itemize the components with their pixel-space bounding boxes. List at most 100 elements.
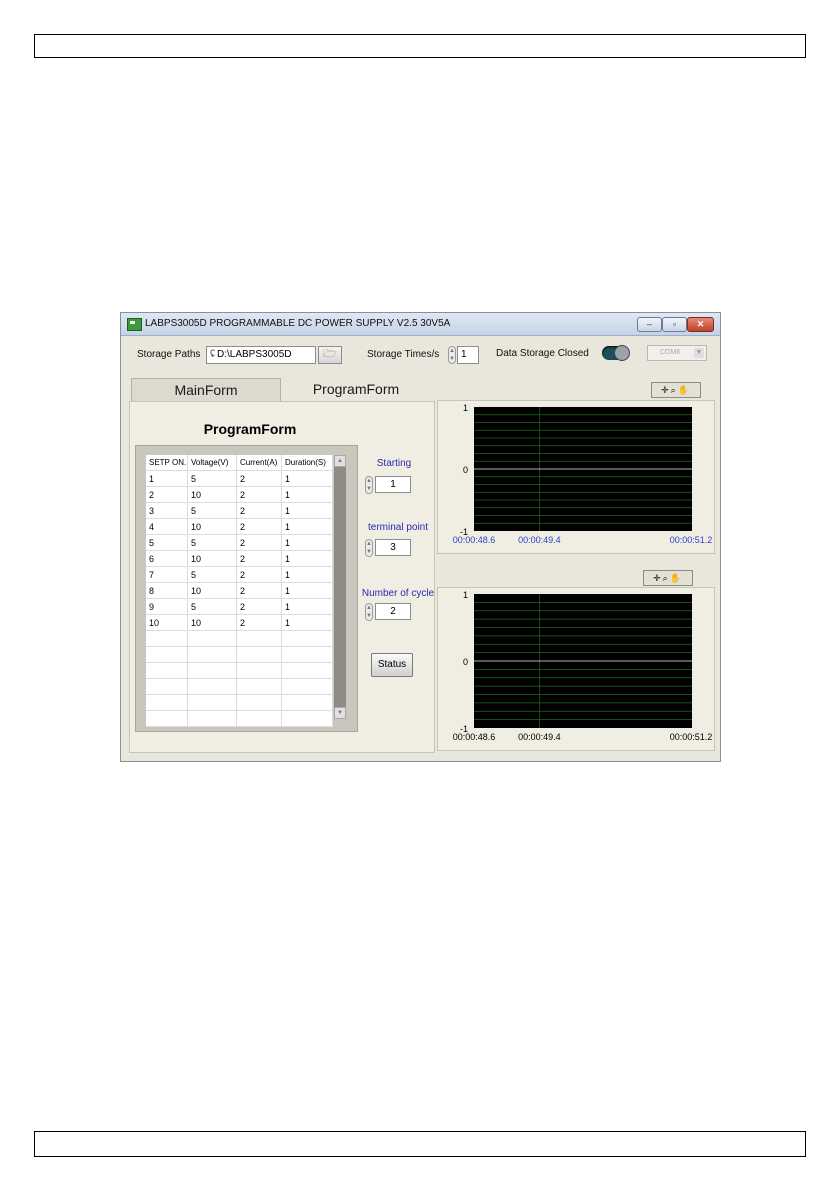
table-cell[interactable]: 2 xyxy=(236,582,282,599)
table-cell[interactable] xyxy=(236,678,282,695)
table-cell[interactable]: 10 xyxy=(187,614,237,631)
table-cell[interactable] xyxy=(281,694,333,711)
zoom-icon[interactable]: ⌕ xyxy=(663,573,670,583)
table-row[interactable]: 3521 xyxy=(146,502,333,519)
table-cell[interactable] xyxy=(146,662,188,679)
table-row-empty[interactable] xyxy=(146,630,333,647)
tab-mainform[interactable]: MainForm xyxy=(131,378,281,402)
table-row[interactable]: 2 10 2 1 xyxy=(146,486,333,503)
com-port-select[interactable]: COM6 ▼ xyxy=(647,345,707,361)
starting-field[interactable]: 1 xyxy=(375,476,411,493)
close-button[interactable]: ✕ xyxy=(687,317,714,332)
table-cell[interactable] xyxy=(187,646,237,663)
table-cell[interactable]: 4 xyxy=(146,518,188,535)
table-cell[interactable]: 1 xyxy=(281,502,333,519)
table-cell[interactable]: 1 xyxy=(281,518,333,535)
table-row-empty[interactable] xyxy=(146,662,333,679)
table-cell[interactable]: 2 xyxy=(236,470,282,487)
number-of-cycle-stepper[interactable]: ▲ ▼ xyxy=(365,603,373,621)
table-cell[interactable]: 5 xyxy=(187,598,237,615)
table-cell[interactable]: 10 xyxy=(187,486,237,503)
table-cell[interactable]: 1 xyxy=(281,470,333,487)
table-cell[interactable]: 1 xyxy=(281,598,333,615)
table-cell[interactable]: 1 xyxy=(146,470,188,487)
table-cell[interactable]: 2 xyxy=(236,518,282,535)
table-row[interactable]: 5521 xyxy=(146,534,333,551)
maximize-button[interactable]: ▫ xyxy=(662,317,687,332)
table-cell[interactable] xyxy=(236,646,282,663)
table-cell[interactable] xyxy=(146,646,188,663)
chart-1-tool-palette[interactable]: ✛⌕✋ xyxy=(651,382,701,398)
starting-stepper[interactable]: ▲ ▼ xyxy=(365,476,373,494)
table-cell[interactable] xyxy=(236,662,282,679)
table-cell[interactable] xyxy=(236,630,282,647)
table-cell[interactable] xyxy=(146,678,188,695)
table-cell[interactable]: 10 xyxy=(146,614,188,631)
table-cell[interactable]: 2 xyxy=(146,486,188,503)
storage-times-stepper[interactable]: ▲ ▼ xyxy=(448,346,456,364)
zoom-icon[interactable]: ⌕ xyxy=(671,385,678,395)
tab-programform[interactable]: ProgramForm xyxy=(281,378,431,402)
table-cell[interactable]: 2 xyxy=(236,534,282,551)
table-cell[interactable] xyxy=(281,630,333,647)
table-cell[interactable]: 10 xyxy=(187,582,237,599)
table-cell[interactable]: 8 xyxy=(146,582,188,599)
table-cell[interactable]: 1 xyxy=(281,534,333,551)
table-cell[interactable] xyxy=(236,710,282,727)
table-cell[interactable] xyxy=(281,678,333,695)
table-cell[interactable] xyxy=(187,694,237,711)
table-row[interactable]: 8 10 2 1 xyxy=(146,582,333,599)
table-cell[interactable]: 5 xyxy=(187,534,237,551)
table-scrollbar[interactable]: ▲ ▼ xyxy=(334,455,346,719)
table-cell[interactable] xyxy=(187,710,237,727)
table-cell[interactable]: 2 xyxy=(236,614,282,631)
pan-hand-icon[interactable]: ✋ xyxy=(670,573,683,583)
table-cell[interactable]: 10 xyxy=(187,550,237,567)
table-cell[interactable]: 7 xyxy=(146,566,188,583)
table-row-empty[interactable] xyxy=(146,710,333,727)
table-row-empty[interactable] xyxy=(146,646,333,663)
storage-path-field[interactable]: ʢ D:\LABPS3005D xyxy=(206,346,316,364)
table-row-empty[interactable] xyxy=(146,678,333,695)
table-cell[interactable]: 5 xyxy=(187,470,237,487)
table-cell[interactable]: 2 xyxy=(236,550,282,567)
storage-times-field[interactable]: 1 xyxy=(457,346,479,364)
title-bar[interactable]: LABPS3005D PROGRAMMABLE DC POWER SUPPLY … xyxy=(121,313,720,336)
table-cell[interactable]: 3 xyxy=(146,502,188,519)
table-cell[interactable] xyxy=(146,694,188,711)
table-cell[interactable] xyxy=(281,710,333,727)
cursor-icon[interactable]: ✛ xyxy=(661,385,671,395)
table-cell[interactable]: 9 xyxy=(146,598,188,615)
minimize-button[interactable]: – xyxy=(637,317,662,332)
table-cell[interactable]: 1 xyxy=(281,550,333,567)
table-cell[interactable]: 2 xyxy=(236,598,282,615)
data-storage-toggle[interactable] xyxy=(602,345,630,361)
table-row[interactable]: 9521 xyxy=(146,598,333,615)
table-cell[interactable] xyxy=(146,710,188,727)
table-cell[interactable]: 5 xyxy=(187,566,237,583)
col-header-current[interactable]: Current(A) xyxy=(236,455,282,471)
status-button[interactable]: Status xyxy=(371,653,413,677)
table-cell[interactable]: 2 xyxy=(236,502,282,519)
col-header-duration[interactable]: Duration(S) xyxy=(281,455,333,471)
table-cell[interactable]: 5 xyxy=(187,502,237,519)
table-cell[interactable]: 6 xyxy=(146,550,188,567)
table-cell[interactable] xyxy=(187,662,237,679)
table-cell[interactable]: 10 xyxy=(187,518,237,535)
col-header-voltage[interactable]: Voltage(V) xyxy=(187,455,237,471)
cursor-icon[interactable]: ✛ xyxy=(653,573,663,583)
scroll-up-arrow-icon[interactable]: ▲ xyxy=(334,455,346,467)
table-cell[interactable] xyxy=(146,630,188,647)
table-row[interactable]: 7521 xyxy=(146,566,333,583)
table-cell[interactable]: 1 xyxy=(281,566,333,583)
table-cell[interactable]: 1 xyxy=(281,582,333,599)
chart-2-tool-palette[interactable]: ✛⌕✋ xyxy=(643,570,693,586)
col-header-step[interactable]: SETP ON. xyxy=(146,455,188,471)
table-row[interactable]: 10 10 2 1 xyxy=(146,614,333,631)
table-row-empty[interactable] xyxy=(146,694,333,711)
browse-folder-button[interactable]: 🗁 xyxy=(318,346,342,364)
table-cell[interactable] xyxy=(187,630,237,647)
table-cell[interactable] xyxy=(281,646,333,663)
table-row[interactable]: 4 10 2 1 xyxy=(146,518,333,535)
table-cell[interactable]: 5 xyxy=(146,534,188,551)
